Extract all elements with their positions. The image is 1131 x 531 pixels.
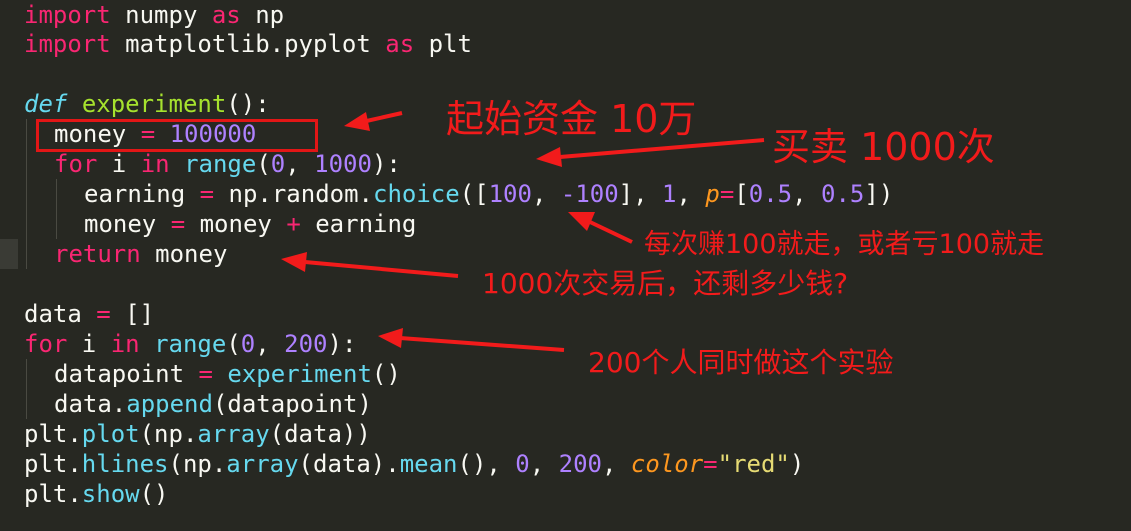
arrow-head (344, 112, 370, 131)
annotation-remaining: 1000次交易后，还剩多少钱? (482, 267, 849, 300)
arrow-earn-rule (589, 220, 633, 244)
annotation-earn-rule: 每次赚100就走，或者亏100就走 (644, 229, 1045, 260)
arrow-start-money (361, 111, 403, 124)
arrow-head (378, 328, 403, 348)
annotation-trades: 买卖 1000次 (772, 125, 995, 169)
arrow-head (281, 252, 307, 272)
arrow-people (399, 336, 565, 352)
arrow-remaining (304, 260, 459, 278)
annotation-people: 200个人同时做这个实验 (588, 346, 894, 379)
arrow-head (568, 212, 595, 231)
annotation-start-money: 起始资金 10万 (446, 97, 697, 141)
arrow-head (536, 147, 562, 167)
